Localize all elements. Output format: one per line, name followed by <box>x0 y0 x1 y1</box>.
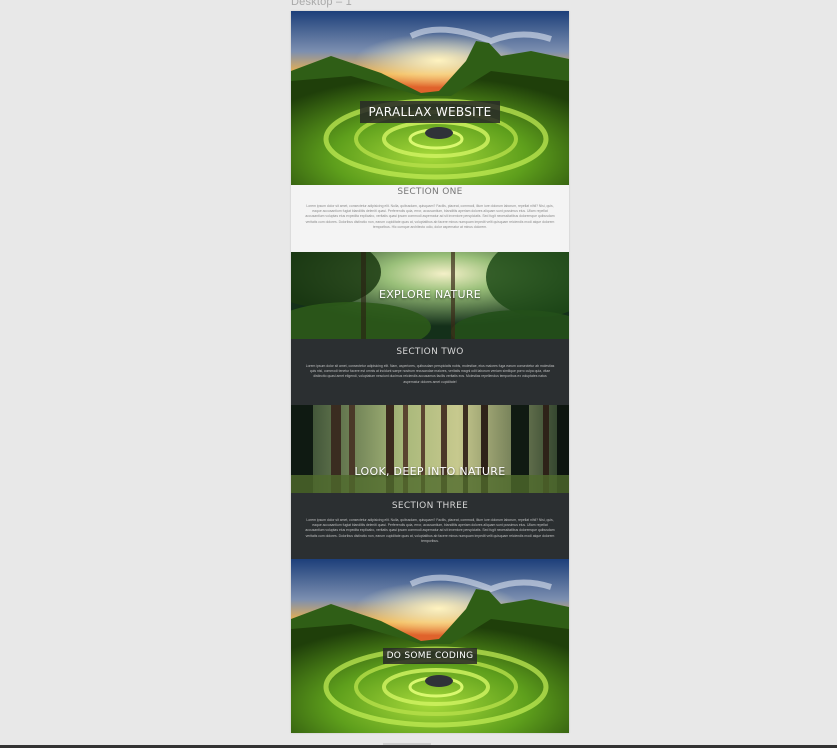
hero-title-text: LOOK, DEEP INTO NATURE <box>354 465 506 478</box>
section-body: Lorem ipsum dolor sit amet, consectetur … <box>305 204 555 229</box>
hero-title-text: PARALLAX WEBSITE <box>359 101 501 123</box>
hero-title: DO SOME CODING <box>291 648 569 664</box>
hero-title: PARALLAX WEBSITE <box>291 101 569 123</box>
section-body: Lorem ipsum dolor sit amet, consectetur … <box>305 364 555 384</box>
hero-title-text: DO SOME CODING <box>382 648 478 664</box>
section-one: SECTION ONE Lorem ipsum dolor sit amet, … <box>291 185 569 252</box>
hero-coding: DO SOME CODING <box>291 559 569 733</box>
valley-image <box>291 11 569 185</box>
design-canvas: Desktop – 1 PARALLAX WEBSITE SECTION ONE… <box>0 0 837 748</box>
hero-parallax: PARALLAX WEBSITE <box>291 11 569 185</box>
artboard-desktop[interactable]: PARALLAX WEBSITE SECTION ONE Lorem ipsum… <box>291 11 569 733</box>
hero-title: EXPLORE NATURE <box>291 288 569 301</box>
section-heading: SECTION THREE <box>391 501 469 511</box>
section-three: SECTION THREE Lorem ipsum dolor sit amet… <box>291 493 569 559</box>
forest-trunks-image <box>291 405 569 493</box>
hero-explore: EXPLORE NATURE <box>291 252 569 339</box>
hero-title: LOOK, DEEP INTO NATURE <box>291 465 569 478</box>
section-body: Lorem ipsum dolor sit amet, consectetur … <box>305 518 555 543</box>
section-heading: SECTION ONE <box>397 187 463 197</box>
hero-title-text: EXPLORE NATURE <box>378 288 482 301</box>
section-heading: SECTION TWO <box>396 347 464 357</box>
valley-image <box>291 559 569 733</box>
section-two: SECTION TWO Lorem ipsum dolor sit amet, … <box>291 339 569 405</box>
artboard-label[interactable]: Desktop – 1 <box>291 0 352 8</box>
hero-deep-nature: LOOK, DEEP INTO NATURE <box>291 405 569 493</box>
